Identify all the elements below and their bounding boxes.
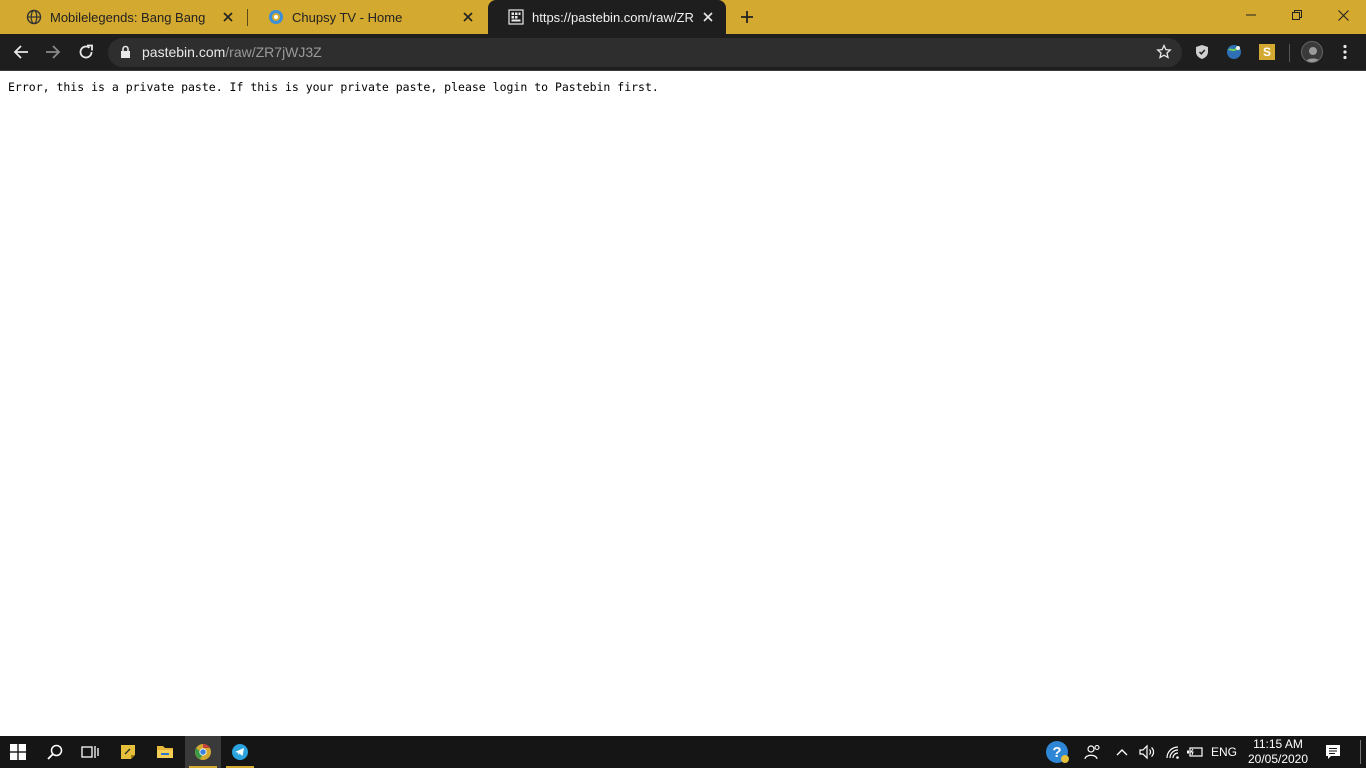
tab-title: Mobilelegends: Bang Bang bbox=[50, 9, 206, 25]
url-path: /raw/ZR7jWJ3Z bbox=[225, 44, 322, 60]
show-desktop-button[interactable] bbox=[1360, 740, 1361, 764]
bookmark-star-icon[interactable] bbox=[1156, 44, 1172, 60]
notification-icon bbox=[1326, 745, 1340, 759]
close-tab-icon[interactable] bbox=[700, 9, 716, 25]
search-button[interactable] bbox=[37, 736, 73, 768]
taskbar-telegram[interactable] bbox=[222, 736, 258, 768]
tab-mobilelegends[interactable]: Mobilelegends: Bang Bang bbox=[6, 0, 246, 34]
arrow-left-icon bbox=[13, 45, 28, 59]
sticky-notes-icon bbox=[121, 745, 135, 759]
restore-button[interactable] bbox=[1274, 0, 1320, 30]
back-button[interactable] bbox=[6, 37, 36, 67]
close-icon bbox=[1337, 9, 1349, 21]
search-icon bbox=[47, 744, 63, 760]
close-window-button[interactable] bbox=[1320, 0, 1366, 30]
taskbar-file-explorer[interactable] bbox=[147, 736, 183, 768]
plus-icon bbox=[741, 11, 753, 23]
kebab-menu-icon bbox=[1343, 44, 1347, 60]
close-tab-icon[interactable] bbox=[460, 9, 476, 25]
windows-logo-icon bbox=[10, 744, 26, 760]
telegram-icon bbox=[232, 744, 248, 760]
url-text[interactable]: pastebin.com/raw/ZR7jWJ3Z bbox=[142, 44, 322, 60]
task-view-button[interactable] bbox=[72, 736, 108, 768]
pastebin-icon bbox=[508, 9, 524, 25]
lock-icon[interactable] bbox=[120, 45, 131, 59]
minimize-icon bbox=[1246, 14, 1256, 16]
notifications-button[interactable] bbox=[1318, 736, 1348, 768]
reload-icon bbox=[79, 44, 93, 59]
page-content: Error, this is a private paste. If this … bbox=[0, 72, 1366, 736]
tab-title: https://pastebin.com/raw/ZR7jW bbox=[532, 9, 694, 25]
restore-icon bbox=[1292, 10, 1302, 20]
clock[interactable]: 11:15 AM 20/05/2020 bbox=[1244, 736, 1312, 768]
forward-button[interactable] bbox=[38, 37, 68, 67]
toolbar-divider bbox=[1289, 44, 1290, 62]
url-host: pastebin.com bbox=[142, 44, 226, 60]
globe-extension-icon[interactable] bbox=[1224, 42, 1244, 62]
minimize-button[interactable] bbox=[1228, 0, 1274, 30]
folder-icon bbox=[157, 746, 173, 758]
arrow-right-icon bbox=[46, 45, 61, 59]
chrome-icon bbox=[195, 743, 211, 760]
address-bar[interactable]: pastebin.com/raw/ZR7jWJ3Z bbox=[108, 38, 1182, 67]
globe-icon bbox=[26, 9, 42, 25]
new-tab-button[interactable] bbox=[736, 6, 758, 28]
tab-pastebin[interactable]: https://pastebin.com/raw/ZR7jW bbox=[488, 0, 726, 34]
profile-avatar[interactable] bbox=[1301, 41, 1323, 63]
svg-text:?: ? bbox=[1052, 744, 1061, 761]
reload-button[interactable] bbox=[71, 37, 101, 67]
start-button[interactable] bbox=[0, 736, 36, 768]
shield-extension-icon[interactable] bbox=[1192, 42, 1212, 62]
close-tab-icon[interactable] bbox=[220, 9, 236, 25]
taskbar-chrome[interactable] bbox=[185, 736, 221, 768]
taskbar-sticky-notes[interactable] bbox=[110, 736, 146, 768]
clock-date: 20/05/2020 bbox=[1247, 752, 1309, 766]
tab-title: Chupsy TV - Home bbox=[292, 9, 403, 25]
battery-icon[interactable] bbox=[1184, 736, 1206, 768]
browser-toolbar: pastebin.com/raw/ZR7jWJ3Z S bbox=[0, 34, 1366, 71]
people-tray-icon[interactable] bbox=[1080, 736, 1106, 768]
wifi-icon[interactable] bbox=[1162, 736, 1184, 768]
language-indicator[interactable]: ENG bbox=[1208, 736, 1240, 768]
clock-time: 11:15 AM bbox=[1253, 737, 1303, 751]
volume-icon[interactable] bbox=[1136, 736, 1158, 768]
s-extension-icon[interactable]: S bbox=[1257, 42, 1277, 62]
tab-chupsy-tv[interactable]: Chupsy TV - Home bbox=[248, 0, 486, 34]
help-tray-icon[interactable]: ? bbox=[1042, 736, 1072, 768]
chevron-up-icon[interactable] bbox=[1112, 736, 1132, 768]
task-view-icon bbox=[81, 746, 99, 758]
tab-strip: Mobilelegends: Bang Bang Chupsy TV - Hom… bbox=[0, 0, 1366, 34]
chupsy-icon bbox=[269, 10, 283, 24]
error-message: Error, this is a private paste. If this … bbox=[8, 80, 659, 94]
windows-taskbar: ? ENG 11:15 AM 20/05/2020 bbox=[0, 736, 1366, 768]
browser-menu-button[interactable] bbox=[1330, 37, 1360, 67]
